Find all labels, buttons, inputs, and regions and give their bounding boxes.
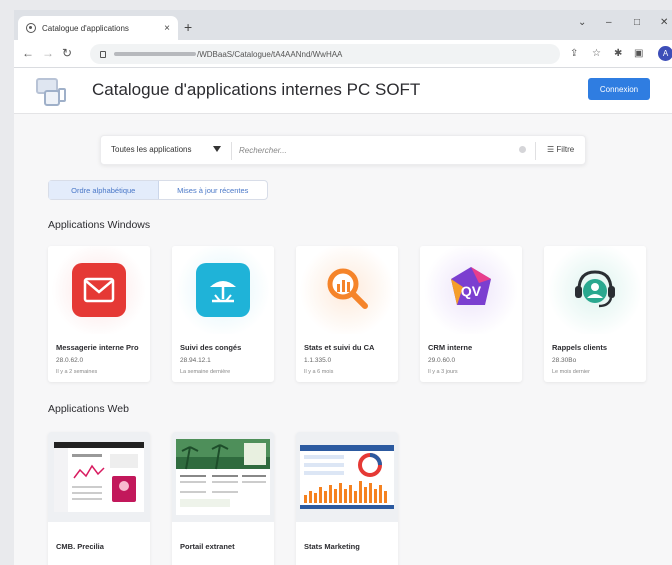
app-screenshot	[296, 432, 398, 522]
page-title: Catalogue d'applications internes PC SOF…	[92, 80, 421, 99]
magnifier-chart-icon	[323, 264, 371, 317]
web-app-card-extranet[interactable]: Portail extranet	[172, 432, 274, 565]
caret-down-icon[interactable]	[213, 146, 221, 152]
svg-text:QV: QV	[461, 283, 482, 299]
app-name: Portail extranet	[180, 542, 235, 551]
app-thumb	[172, 246, 274, 334]
reload-icon[interactable]: ↻	[62, 46, 72, 60]
minimize-window-icon[interactable]: –	[606, 17, 612, 28]
app-thumb	[296, 246, 398, 334]
forward-arrow-icon[interactable]: →	[42, 46, 54, 60]
web-apps-list: CMB. Precilia Portail extranet Stats Mar…	[48, 432, 398, 565]
app-updated: La semaine dernière	[180, 369, 231, 375]
web-app-card-stats-marketing[interactable]: Stats Marketing	[296, 432, 398, 565]
blurred-domain	[114, 52, 196, 56]
app-version: 28.0.62.0	[56, 357, 84, 364]
divider	[535, 142, 536, 160]
profile-avatar[interactable]: A	[658, 46, 672, 61]
app-thumb	[544, 246, 646, 334]
tab-close-icon[interactable]: ×	[164, 23, 170, 34]
app-screenshot	[48, 432, 150, 522]
app-header: Catalogue d'applications internes PC SOF…	[14, 68, 672, 114]
filter-button-label: Filtre	[556, 145, 575, 154]
filter-button[interactable]: ☰ Filtre	[547, 145, 574, 154]
maximize-window-icon[interactable]: □	[634, 17, 640, 28]
app-card-messagerie[interactable]: Messagerie interne Pro 28.0.62.0 Il y a …	[48, 246, 150, 382]
app-version: 28.30Bo	[552, 357, 577, 364]
mail-icon	[72, 263, 126, 317]
site-favicon-icon	[26, 23, 36, 33]
app-name: Rappels clients	[552, 343, 608, 352]
app-name: Stats et suivi du CA	[304, 343, 375, 352]
windows-apps-list: Messagerie interne Pro 28.0.62.0 Il y a …	[48, 246, 646, 382]
clear-search-icon[interactable]	[519, 146, 526, 153]
app-screenshot	[172, 432, 274, 522]
url-path: /WDBaaS/Catalogue/tA4AANnd/WwHAA	[197, 49, 343, 59]
sort-tabs: Ordre alphabétique Mises à jour récentes	[48, 180, 268, 200]
headset-icon	[571, 264, 619, 317]
app-name: Messagerie interne Pro	[56, 343, 139, 352]
app-card-crm[interactable]: QV CRM interne 29.0.60.0 Il y a 3 jours	[420, 246, 522, 382]
app-card-conges[interactable]: Suivi des congés 28.94.12.1 La semaine d…	[172, 246, 274, 382]
section-title-windows: Applications Windows	[48, 219, 151, 231]
tab-alphabetical[interactable]: Ordre alphabétique	[49, 181, 159, 199]
close-window-icon[interactable]: ✕	[660, 17, 668, 28]
divider	[231, 142, 232, 160]
tab-recent-updates[interactable]: Mises à jour récentes	[159, 181, 268, 199]
section-title-web: Applications Web	[48, 403, 129, 415]
beach-umbrella-icon	[196, 263, 250, 317]
login-button[interactable]: Connexion	[588, 78, 650, 100]
app-version: 29.0.60.0	[428, 357, 456, 364]
category-dropdown[interactable]: Toutes les applications	[111, 145, 192, 154]
side-panel-icon[interactable]: ▣	[634, 48, 643, 59]
browser-toolbar: ← → ↻ /WDBaaS/Catalogue/tA4AANnd/WwHAA ⇪…	[14, 40, 672, 68]
filter-lines-icon: ☰	[547, 145, 557, 154]
share-icon[interactable]: ⇪	[570, 48, 578, 59]
qv-logo-icon: QV	[449, 265, 493, 316]
app-updated: Le mois dernier	[552, 369, 590, 375]
app-updated: Il y a 6 mois	[304, 369, 334, 375]
extensions-puzzle-icon[interactable]: ✱	[614, 48, 622, 59]
web-app-card-precilia[interactable]: CMB. Precilia	[48, 432, 150, 565]
page-content: Catalogue d'applications internes PC SOF…	[14, 68, 672, 565]
back-arrow-icon[interactable]: ←	[22, 46, 34, 60]
app-updated: Il y a 2 semaines	[56, 369, 98, 375]
catalogue-logo-icon	[36, 78, 68, 108]
search-bar: Toutes les applications ☰ Filtre	[100, 135, 586, 165]
app-version: 1.1.335.0	[304, 357, 332, 364]
search-input[interactable]	[239, 141, 509, 159]
tab-title: Catalogue d'applications	[42, 23, 129, 33]
new-tab-button[interactable]: +	[184, 19, 192, 35]
lock-icon	[100, 50, 106, 58]
app-card-stats[interactable]: Stats et suivi du CA 1.1.335.0 Il y a 6 …	[296, 246, 398, 382]
app-name: Suivi des congés	[180, 343, 242, 352]
tab-search-chevron-icon[interactable]: ⌄	[578, 17, 586, 28]
app-card-rappels[interactable]: Rappels clients 28.30Bo Le mois dernier	[544, 246, 646, 382]
app-updated: Il y a 3 jours	[428, 369, 458, 375]
app-name: CRM interne	[428, 343, 473, 352]
app-version: 28.94.12.1	[180, 357, 211, 364]
app-name: CMB. Precilia	[56, 542, 104, 551]
app-thumb	[48, 246, 150, 334]
browser-tab-strip: Catalogue d'applications × + ⌄ – □ ✕	[14, 10, 672, 40]
address-bar[interactable]: /WDBaaS/Catalogue/tA4AANnd/WwHAA	[90, 44, 560, 64]
app-name: Stats Marketing	[304, 542, 360, 551]
app-thumb: QV	[420, 246, 522, 334]
bookmark-star-icon[interactable]: ☆	[592, 48, 601, 59]
browser-tab[interactable]: Catalogue d'applications ×	[18, 16, 178, 40]
